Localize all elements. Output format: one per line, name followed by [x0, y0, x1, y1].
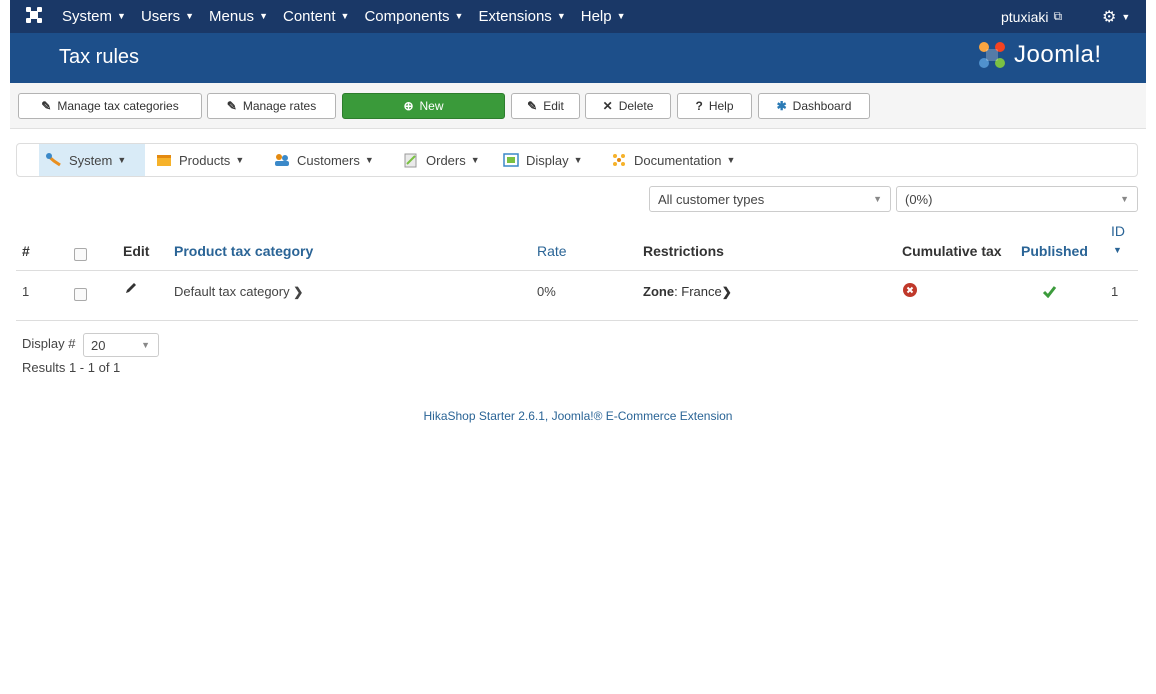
results-count: Results 1 - 1 of 1: [22, 360, 121, 375]
box-icon: [157, 155, 171, 166]
restriction-zone[interactable]: Zone: France❯: [643, 284, 732, 299]
submenu-products[interactable]: Products ▼: [155, 144, 244, 176]
new-button[interactable]: ⊕ New: [342, 93, 505, 119]
chevron-right-icon: ❯: [721, 285, 732, 299]
column-number: #: [22, 243, 30, 259]
plus-circle-icon: ⊕: [403, 99, 414, 113]
submenu-orders[interactable]: Orders ▼: [402, 144, 480, 176]
chevron-right-icon: ❯: [293, 285, 304, 299]
sort-rate[interactable]: Rate: [537, 243, 567, 259]
orders-icon: [404, 153, 417, 168]
customer-type-filter[interactable]: All customer types ▼: [649, 186, 891, 212]
close-icon: ✕: [602, 99, 613, 113]
column-restrictions: Restrictions: [643, 243, 724, 259]
question-icon: ?: [695, 99, 703, 113]
menu-extensions[interactable]: Extensions ▼: [478, 8, 565, 25]
tax-category-link[interactable]: Default tax category ❯: [174, 284, 303, 299]
user-menu[interactable]: ptuxiaki ⧉: [1001, 0, 1062, 33]
footer-credit[interactable]: HikaShop Starter 2.6.1, Joomla!® E-Comme…: [0, 409, 1156, 423]
menu-content[interactable]: Content ▼: [283, 8, 349, 25]
edit-icon: ✎: [226, 99, 237, 113]
select-all-checkbox[interactable]: [74, 248, 87, 261]
title-bar: Tax rules Joomla!: [10, 33, 1146, 84]
column-cumulative-tax: Cumulative tax: [902, 243, 1002, 259]
row-number: 1: [22, 284, 30, 299]
display-count-select[interactable]: 20 ▼: [83, 333, 159, 357]
menu-help[interactable]: Help ▼: [581, 8, 626, 25]
display-label: Display #: [22, 336, 76, 351]
manage-rates-button[interactable]: ✎ Manage rates: [207, 93, 336, 119]
sort-published[interactable]: Published: [1021, 243, 1088, 259]
dashboard-button[interactable]: ✱ Dashboard: [758, 93, 870, 119]
settings-menu[interactable]: ⚙ ▼: [1102, 0, 1130, 33]
submenu-display[interactable]: Display ▼: [502, 144, 583, 176]
top-menu: System ▼ Users ▼ Menus ▼ Content ▼ Component…: [62, 0, 641, 33]
tools-icon: [46, 153, 61, 167]
menu-components[interactable]: Components ▼: [364, 8, 463, 25]
external-link-icon: ⧉: [1053, 9, 1063, 23]
published-check-icon[interactable]: [1042, 284, 1057, 301]
page-title: Tax rules: [59, 46, 140, 68]
menu-system[interactable]: System ▼: [62, 8, 126, 25]
top-navbar: System ▼ Users ▼ Menus ▼ Content ▼ Component…: [10, 0, 1146, 33]
edit-icon: ✎: [41, 99, 52, 113]
sort-descending-icon: ▼: [1113, 245, 1122, 255]
joomla-logo-icon: [979, 42, 1005, 68]
not-cumulative-icon[interactable]: [903, 283, 917, 300]
pencil-icon[interactable]: [124, 281, 138, 298]
edit-button[interactable]: ✎ Edit: [511, 93, 580, 119]
display-icon: [503, 153, 519, 167]
column-edit: Edit: [123, 243, 150, 259]
manage-tax-categories-button[interactable]: ✎ Manage tax categories: [18, 93, 202, 119]
row-divider: [16, 320, 1138, 321]
tax-rate-filter[interactable]: (0%) ▼: [896, 186, 1138, 212]
documentation-icon: [613, 154, 625, 166]
submenu-customers[interactable]: Customers ▼: [273, 144, 374, 176]
submenu-system[interactable]: System ▼: [39, 144, 145, 176]
row-id: 1: [1111, 284, 1119, 299]
sort-product-tax-category[interactable]: Product tax category: [174, 243, 313, 259]
sort-id[interactable]: ID: [1111, 223, 1125, 239]
toolbar: ✎ Manage tax categories ✎ Manage rates ⊕ Ne…: [10, 83, 1146, 129]
help-button[interactable]: ? Help: [677, 93, 752, 119]
edit-icon: ✎: [527, 99, 538, 113]
chevron-down-icon: ▼: [873, 194, 882, 204]
row-checkbox[interactable]: [74, 288, 87, 301]
joomla-logo: Joomla!: [976, 39, 1102, 71]
menu-users[interactable]: Users ▼: [141, 8, 194, 25]
chevron-down-icon: ▼: [1120, 194, 1129, 204]
hikashop-submenu: System ▼ Products ▼ Customers ▼ Orders ▼ Dis…: [16, 143, 1138, 177]
rate-value: 0%: [537, 284, 556, 299]
chevron-down-icon: ▼: [141, 340, 150, 350]
delete-button[interactable]: ✕ Delete: [585, 93, 671, 119]
joomla-icon[interactable]: [24, 5, 44, 25]
gear-icon: ⚙: [1102, 8, 1117, 26]
menu-menus[interactable]: Menus ▼: [209, 8, 268, 25]
dashboard-icon: ✱: [776, 99, 787, 113]
users-icon: [275, 154, 289, 166]
header-divider: [16, 270, 1138, 271]
submenu-documentation[interactable]: Documentation ▼: [610, 144, 735, 176]
